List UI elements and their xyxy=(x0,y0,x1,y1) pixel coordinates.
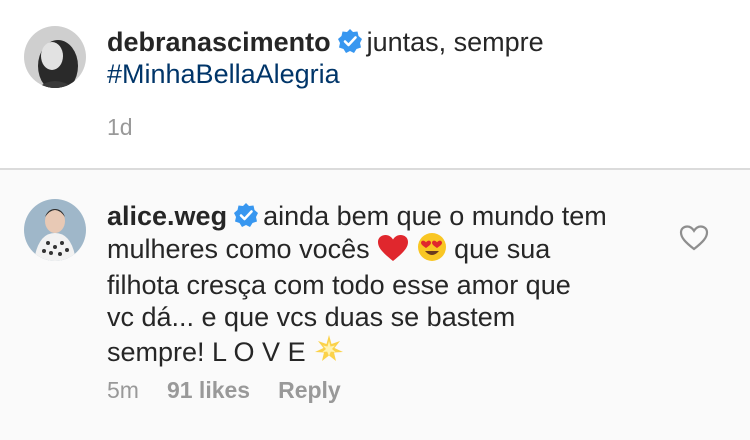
comment-text-line5: sempre! L O V E xyxy=(107,337,306,367)
comment-text-line2a: mulheres como vocês xyxy=(107,234,370,264)
avatar-debranascimento[interactable] xyxy=(24,26,86,88)
comment-author-username[interactable]: alice.weg xyxy=(107,201,227,231)
heart-eyes-emoji xyxy=(417,232,447,269)
like-comment-button[interactable] xyxy=(679,224,709,252)
comment-text-line1: ainda bem que o mundo tem xyxy=(263,201,607,231)
verified-badge-icon xyxy=(233,202,259,228)
glowing-star-emoji xyxy=(313,333,345,372)
post-caption-text: juntas, sempre xyxy=(366,27,544,57)
verified-badge-icon xyxy=(337,28,363,54)
avatar-alice-weg[interactable] xyxy=(24,199,86,261)
post-hashtag-link[interactable]: #MinhaBellaAlegria xyxy=(107,59,340,89)
post-caption: debranascimento juntas, sempre #MinhaBell… xyxy=(0,0,750,168)
comment-item: alice.weg ainda bem que o mundo tem mulhe… xyxy=(0,170,750,440)
post-author-username[interactable]: debranascimento xyxy=(107,27,331,57)
comment-likes-count[interactable]: 91 likes xyxy=(167,377,250,403)
reply-button[interactable]: Reply xyxy=(278,377,341,403)
comment-text-line4: vc dá... e que vcs duas se bastem xyxy=(107,302,516,332)
red-heart-emoji xyxy=(377,234,409,269)
comment-timestamp: 5m xyxy=(107,377,139,403)
comment-text-line3: filhota cresça com todo esse amor que xyxy=(107,270,571,300)
comment-text-line2b: que sua xyxy=(454,234,551,264)
heart-outline-icon xyxy=(679,225,709,251)
post-timestamp: 1d xyxy=(107,114,133,140)
